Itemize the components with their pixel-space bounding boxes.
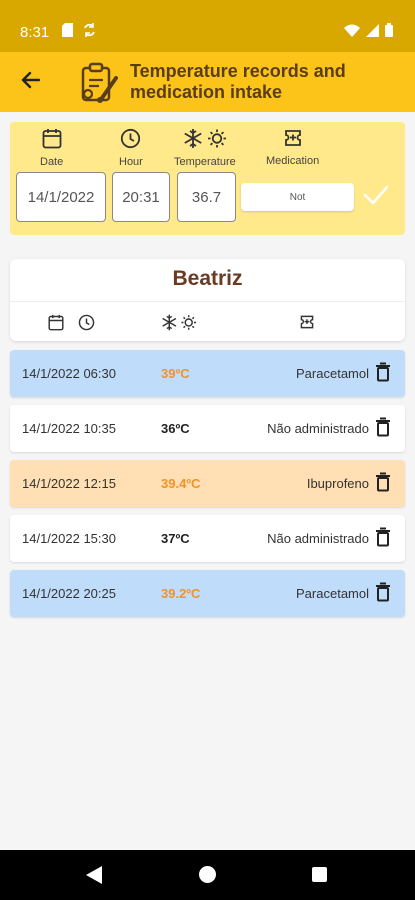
- medication-column: Medication: [266, 128, 319, 167]
- new-record-form: Date Hour Temperature Medication 14/1/20…: [10, 122, 405, 235]
- list-item[interactable]: 14/1/2022 15:30 37ºC Não administrado: [10, 515, 405, 562]
- record-temperature: 39.2ºC: [161, 586, 201, 601]
- temperature-input[interactable]: 36.7: [177, 172, 236, 222]
- trash-icon[interactable]: [375, 527, 391, 547]
- status-bar: 8:31: [0, 0, 415, 52]
- record-datetime: 14/1/2022 15:30: [22, 531, 116, 546]
- divider: [10, 301, 405, 302]
- date-label: Date: [40, 156, 64, 168]
- sd-card-icon: [62, 23, 73, 42]
- snowflake-sun-icon: [161, 314, 197, 336]
- record-temperature: 37ºC: [161, 531, 190, 546]
- nav-back-icon[interactable]: [86, 866, 102, 889]
- nav-home-icon[interactable]: [199, 866, 216, 883]
- medication-select[interactable]: Not: [241, 183, 354, 211]
- record-datetime: 14/1/2022 10:35: [22, 421, 116, 436]
- record-temperature: 36ºC: [161, 421, 190, 436]
- record-temperature: 39ºC: [161, 366, 190, 381]
- snowflake-sun-icon: [183, 128, 227, 154]
- list-item[interactable]: 14/1/2022 12:15 39.4ºC Ibuprofeno: [10, 460, 405, 507]
- record-medication: Não administrado: [267, 421, 369, 436]
- record-medication: Ibuprofeno: [306, 476, 369, 491]
- record-temperature: 39.4ºC: [161, 476, 201, 491]
- page-title: Temperature records and medication intak…: [130, 61, 346, 102]
- confirm-button[interactable]: [362, 184, 390, 210]
- sync-icon: [83, 23, 96, 42]
- record-datetime: 14/1/2022 12:15: [22, 476, 116, 491]
- record-datetime: 14/1/2022 06:30: [22, 366, 116, 381]
- hour-label: Hour: [119, 156, 143, 168]
- record-medication: Paracetamol: [296, 586, 369, 601]
- medication-icon: [283, 128, 303, 153]
- clipboard-thermometer-icon: [76, 60, 120, 104]
- temperature-label: Temperature: [174, 156, 236, 168]
- date-column: Date: [40, 128, 63, 168]
- record-medication: Não administrado: [267, 531, 369, 546]
- patient-name: Beatriz: [172, 267, 243, 290]
- record-medication: Paracetamol: [296, 366, 369, 381]
- list-item[interactable]: 14/1/2022 20:25 39.2ºC Paracetamol: [10, 570, 405, 617]
- calendar-icon: [48, 314, 64, 336]
- arrow-left-icon: [20, 71, 41, 94]
- date-input[interactable]: 14/1/2022: [16, 172, 106, 222]
- list-item[interactable]: 14/1/2022 10:35 36ºC Não administrado: [10, 405, 405, 452]
- battery-icon: [385, 23, 393, 42]
- patient-card: Beatriz: [10, 259, 405, 341]
- app-bar: Temperature records and medication intak…: [0, 52, 415, 112]
- back-button[interactable]: [16, 68, 44, 96]
- medication-icon: [299, 314, 315, 335]
- status-time: 8:31: [20, 24, 50, 41]
- clock-icon: [120, 128, 141, 154]
- nav-recents-icon[interactable]: [312, 867, 327, 882]
- calendar-icon: [42, 128, 62, 154]
- trash-icon[interactable]: [375, 472, 391, 492]
- navigation-bar: [0, 850, 415, 900]
- clock-icon: [78, 314, 95, 336]
- medication-label: Medication: [266, 155, 320, 167]
- record-datetime: 14/1/2022 20:25: [22, 586, 116, 601]
- hour-input[interactable]: 20:31: [112, 172, 170, 222]
- check-icon: [363, 185, 389, 210]
- hour-column: Hour: [119, 128, 143, 168]
- trash-icon[interactable]: [375, 417, 391, 437]
- temperature-column: Temperature: [174, 128, 236, 168]
- trash-icon[interactable]: [375, 582, 391, 602]
- signal-icon: [366, 23, 379, 42]
- wifi-icon: [344, 24, 360, 42]
- trash-icon[interactable]: [375, 362, 391, 382]
- list-item[interactable]: 14/1/2022 06:30 39ºC Paracetamol: [10, 350, 405, 397]
